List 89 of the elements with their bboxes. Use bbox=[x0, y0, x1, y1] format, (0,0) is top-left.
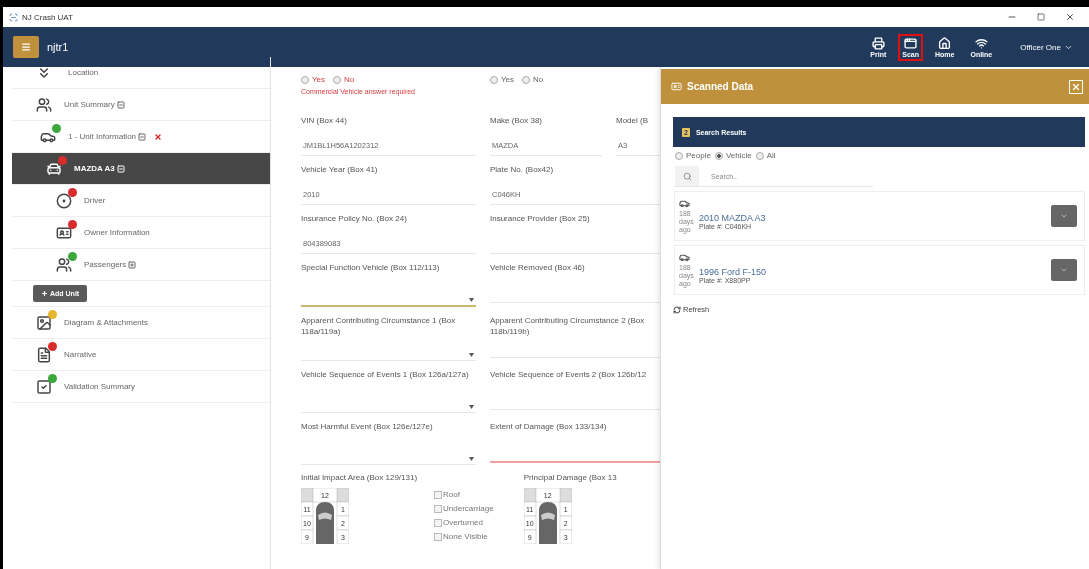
caret-icon bbox=[469, 457, 474, 461]
refresh-icon bbox=[673, 305, 681, 314]
car-icon bbox=[679, 198, 690, 209]
sidebar-item-label: Narrative bbox=[64, 350, 97, 359]
field-label: Insurance Policy No. (Box 24) bbox=[301, 213, 408, 225]
radio-option[interactable]: All bbox=[755, 151, 776, 160]
radio-option[interactable]: People bbox=[675, 151, 711, 160]
field-label: Apparent Contributing Circumstance 1 (Box 118a/119a) bbox=[301, 315, 457, 337]
sidebar-item-label: Diagram & Attachments bbox=[64, 318, 149, 327]
field-label: Extent of Damage (Box 133/134) bbox=[490, 421, 608, 433]
plus-icon bbox=[41, 290, 48, 297]
wifi-icon bbox=[974, 36, 988, 50]
chevron-down-icon bbox=[1060, 266, 1068, 274]
caret-icon bbox=[469, 353, 474, 357]
menu-icon bbox=[21, 42, 31, 52]
sidebar-item-label: Owner Information bbox=[84, 228, 150, 237]
radio-option[interactable]: No bbox=[333, 75, 355, 84]
radio-option[interactable]: Vehicle bbox=[714, 151, 752, 160]
close-icon bbox=[1065, 12, 1075, 22]
sidebar-item-label: Location bbox=[68, 68, 99, 77]
field-label: Insurance Provider (Box 25) bbox=[490, 213, 591, 225]
panel-title: Scanned Data bbox=[687, 81, 755, 92]
maximize-icon bbox=[1037, 13, 1045, 21]
field-label: Principal Damage (Box 13 bbox=[523, 473, 617, 482]
sidebar-item[interactable]: Validation Summary bbox=[12, 371, 270, 403]
car-impact-diagram[interactable] bbox=[301, 488, 349, 544]
field-label: VIN (Box 44) bbox=[301, 115, 348, 127]
sidebar-item[interactable]: Narrative bbox=[12, 339, 270, 371]
window-title: NJ Crash UAT bbox=[22, 12, 74, 22]
field-label: Initial Impact Area (Box 129/131) bbox=[301, 473, 419, 482]
id-card-icon bbox=[671, 81, 682, 92]
sidebar-item-label: 1 - Unit Information bbox=[68, 132, 137, 141]
field-label: Model (B bbox=[616, 115, 649, 127]
car-impact-diagram[interactable] bbox=[523, 488, 572, 544]
sidebar-item-label: MAZDA A3 bbox=[74, 164, 115, 173]
sidebar-item[interactable]: Driver bbox=[12, 185, 270, 217]
result-link[interactable]: 1996 Ford F-150 bbox=[699, 266, 1051, 277]
caret-icon bbox=[469, 298, 474, 302]
sidebar-item-label: Validation Summary bbox=[64, 382, 135, 391]
sidebar-item[interactable]: Unit Summary bbox=[12, 89, 270, 121]
collapse-icon[interactable] bbox=[116, 100, 125, 109]
image-icon bbox=[36, 314, 52, 331]
search-icon bbox=[675, 166, 699, 186]
checkbox-option[interactable]: None Visible bbox=[434, 532, 494, 542]
remove-icon[interactable] bbox=[154, 132, 163, 141]
window-icon bbox=[904, 36, 918, 50]
field-label: Vehicle Sequence of Events 1 (Box 126a/127a) bbox=[301, 369, 470, 381]
collapse-icon[interactable] bbox=[138, 132, 147, 141]
radio-option[interactable]: Yes bbox=[490, 75, 515, 84]
radio-option[interactable]: No bbox=[522, 75, 544, 84]
sidebar-item[interactable]: Diagram & Attachments bbox=[12, 307, 270, 339]
field-label: Make (Box 38) bbox=[490, 115, 544, 127]
field-label: Apparent Contributing Circumstance 2 (Box 118b/119b) bbox=[490, 315, 646, 337]
expand-button[interactable] bbox=[1051, 259, 1077, 281]
chevron-down-icon bbox=[1060, 212, 1068, 220]
account-menu[interactable]: Officer One bbox=[1014, 41, 1079, 53]
checkbox-option[interactable]: Roof bbox=[434, 490, 494, 500]
people-icon bbox=[56, 256, 72, 273]
car-icon bbox=[679, 252, 690, 263]
radio-option[interactable]: Yes bbox=[301, 75, 326, 84]
app-icon bbox=[9, 12, 18, 22]
sidebar-item[interactable]: Location bbox=[12, 57, 270, 89]
sidebar-item[interactable]: MAZDA A3 bbox=[12, 153, 270, 185]
checkbox-option[interactable]: Overturned bbox=[434, 518, 494, 528]
checkbox-icon bbox=[36, 378, 52, 395]
document-icon bbox=[36, 346, 52, 363]
home-icon bbox=[938, 36, 952, 50]
username: njtr1 bbox=[47, 41, 70, 53]
field-label: Plate No. (Box42) bbox=[490, 164, 555, 176]
field-label: Special Function Vehicle (Box 112/113) bbox=[301, 262, 441, 274]
field-label: Most Harmful Event (Box 126e/127e) bbox=[301, 421, 434, 433]
menu-button[interactable] bbox=[13, 36, 39, 58]
field-label: Vehicle Sequence of Events 2 (Box 126b/12 bbox=[490, 369, 648, 381]
result-link[interactable]: 2010 MAZDA A3 bbox=[699, 212, 1051, 223]
sidebar-item-label: Unit Summary bbox=[64, 100, 115, 109]
people-icon bbox=[36, 96, 52, 113]
close-icon bbox=[1071, 81, 1081, 92]
sidebar-item[interactable]: Owner Information bbox=[12, 217, 270, 249]
field-label: Vehicle Year (Box 41) bbox=[301, 164, 379, 176]
circle-dot-icon bbox=[56, 192, 72, 209]
caret-icon bbox=[469, 405, 474, 409]
sidebar-item[interactable]: Passengers bbox=[12, 249, 270, 281]
printer-icon bbox=[871, 36, 885, 50]
expand-button[interactable] bbox=[1051, 205, 1077, 227]
checkbox-option[interactable]: Undercarriage bbox=[434, 504, 494, 514]
sidebar-item-label: Driver bbox=[84, 196, 106, 205]
field-label: Vehicle Removed (Box 46) bbox=[490, 262, 586, 274]
expand-icon[interactable] bbox=[128, 260, 137, 269]
sidebar-item-label: Passengers bbox=[84, 260, 127, 269]
